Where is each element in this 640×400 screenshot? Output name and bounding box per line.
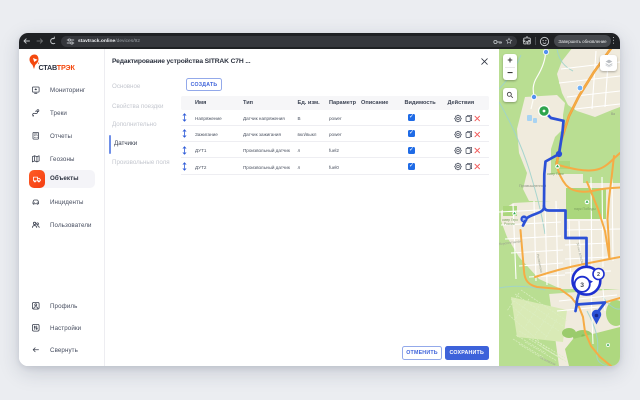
svg-text:3: 3 [580,282,584,289]
svg-text:сквер Пави: сквер Пави [547,172,564,176]
svg-text:Промышленный: Промышленный [519,184,546,188]
svg-text:2: 2 [597,272,600,278]
svg-text:P: P [522,217,525,222]
svg-text:Ва: Ва [611,112,615,116]
svg-text:России: России [504,222,515,226]
svg-text:парк Победы: парк Победы [574,207,596,211]
